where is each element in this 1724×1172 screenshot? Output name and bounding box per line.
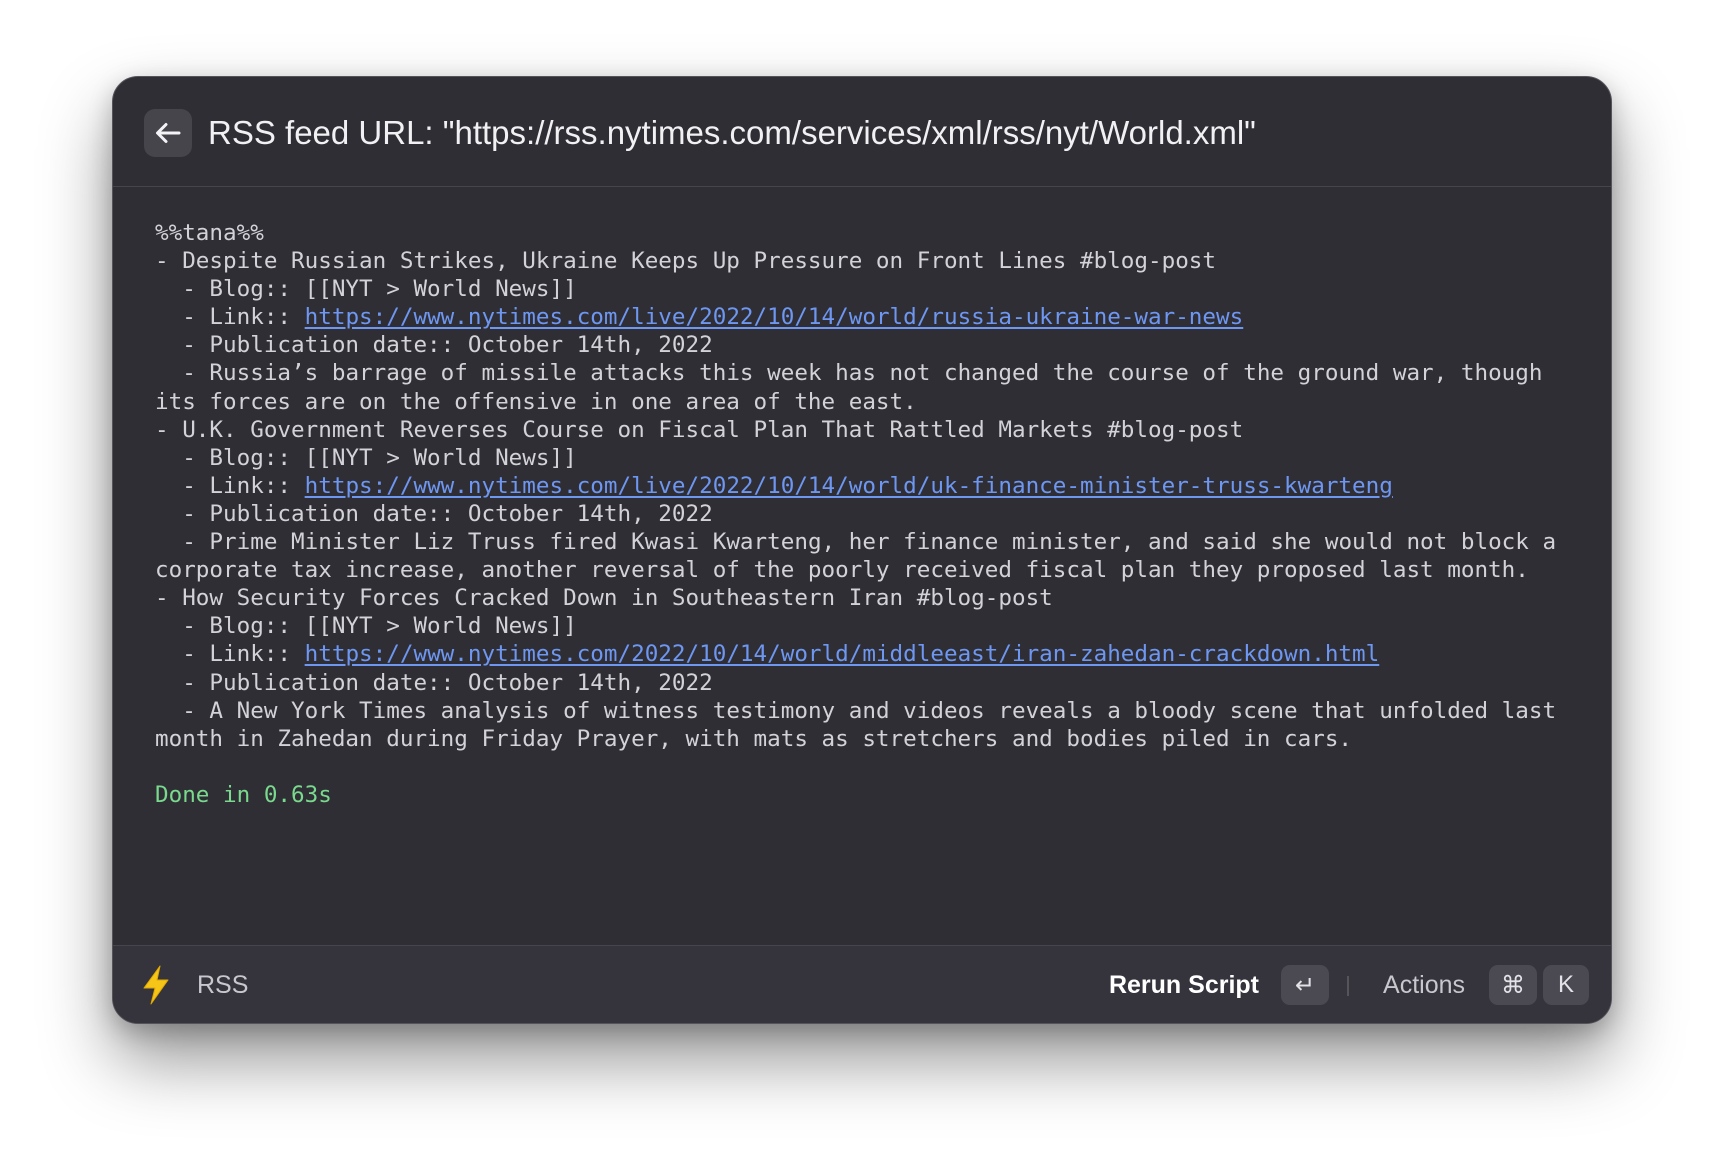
item-link-prefix: - Link:: xyxy=(155,304,305,331)
item-link-prefix: - Link:: xyxy=(155,472,305,499)
item-link[interactable]: https://www.nytimes.com/live/2022/10/14/… xyxy=(305,473,1393,499)
page-title: RSS feed URL: "https://rss.nytimes.com/s… xyxy=(208,114,1256,151)
item-link-line: - Link:: https://www.nytimes.com/live/20… xyxy=(155,472,1585,500)
arrow-left-icon xyxy=(156,123,181,143)
header-bar: RSS feed URL: "https://rss.nytimes.com/s… xyxy=(113,77,1611,187)
item-summary-line: - A New York Times analysis of witness t… xyxy=(155,697,1570,752)
item-title-line: - How Security Forces Cracked Down in So… xyxy=(155,585,1053,612)
k-key-badge: K xyxy=(1543,965,1589,1005)
lightning-bolt-icon xyxy=(143,965,169,1005)
enter-key-icon: ↵ xyxy=(1281,965,1329,1005)
item-link-prefix: - Link:: xyxy=(155,641,305,668)
rerun-script-button[interactable]: Rerun Script xyxy=(1109,968,1259,1002)
actions-button[interactable]: Actions xyxy=(1383,968,1465,1002)
item-link[interactable]: https://www.nytimes.com/2022/10/14/world… xyxy=(305,641,1380,667)
item-link[interactable]: https://www.nytimes.com/live/2022/10/14/… xyxy=(305,304,1244,330)
item-title-line: - Despite Russian Strikes, Ukraine Keeps… xyxy=(155,248,1217,275)
item-date-line: - Publication date:: October 14th, 2022 xyxy=(155,332,713,359)
feed-item: - U.K. Government Reverses Course on Fis… xyxy=(155,416,1585,585)
item-link-line: - Link:: https://www.nytimes.com/live/20… xyxy=(155,303,1585,331)
item-summary-line: - Russia’s barrage of missile attacks th… xyxy=(155,360,1557,415)
divider xyxy=(1347,976,1349,996)
extension-name: RSS xyxy=(197,971,249,999)
feed-item: - Despite Russian Strikes, Ukraine Keeps… xyxy=(155,247,1585,416)
item-date-line: - Publication date:: October 14th, 2022 xyxy=(155,500,713,527)
script-output-window: RSS feed URL: "https://rss.nytimes.com/s… xyxy=(112,76,1612,1024)
action-bar: RSS Rerun Script ↵ Actions ⌘ K xyxy=(113,945,1611,1023)
command-key-icon: ⌘ xyxy=(1489,965,1537,1005)
item-blog-line: - Blog:: [[NYT > World News]] xyxy=(155,613,577,640)
script-output: %%tana%% - Despite Russian Strikes, Ukra… xyxy=(155,219,1585,809)
item-date-line: - Publication date:: October 14th, 2022 xyxy=(155,669,713,696)
item-blog-line: - Blog:: [[NYT > World News]] xyxy=(155,276,577,303)
status-text: Done in 0.63s xyxy=(155,781,332,808)
item-title-line: - U.K. Government Reverses Course on Fis… xyxy=(155,416,1244,443)
item-summary-line: - Prime Minister Liz Truss fired Kwasi K… xyxy=(155,529,1570,584)
feed-item: - How Security Forces Cracked Down in So… xyxy=(155,584,1585,753)
back-button[interactable] xyxy=(144,109,192,157)
item-blog-line: - Blog:: [[NYT > World News]] xyxy=(155,444,577,471)
output-marker: %%tana%% xyxy=(155,220,264,246)
item-link-line: - Link:: https://www.nytimes.com/2022/10… xyxy=(155,640,1585,668)
